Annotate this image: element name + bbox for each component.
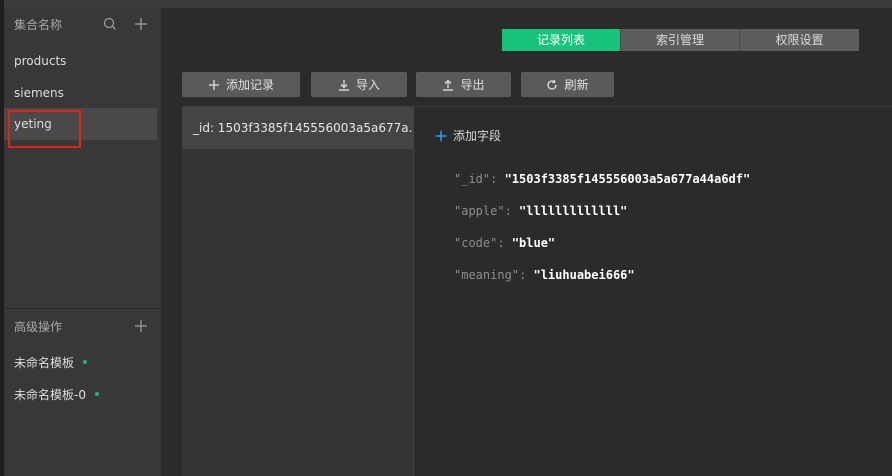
advanced-header: 高级操作 bbox=[4, 310, 161, 342]
import-button[interactable]: 导入 bbox=[311, 72, 407, 97]
refresh-button[interactable]: 刷新 bbox=[521, 72, 614, 97]
status-dot bbox=[83, 360, 88, 364]
sidebar-item-label: products bbox=[14, 54, 67, 68]
export-button[interactable]: 导出 bbox=[416, 72, 511, 97]
collections-title: 集合名称 bbox=[14, 17, 63, 32]
add-collection-icon[interactable] bbox=[133, 16, 149, 32]
tab-indexes[interactable]: 索引管理 bbox=[621, 29, 740, 51]
add-field-button[interactable]: 添加字段 bbox=[435, 127, 501, 144]
document-field[interactable]: "apple": "lllllllllllll" bbox=[454, 204, 627, 218]
refresh-icon bbox=[547, 79, 558, 90]
tab-records[interactable]: 记录列表 bbox=[502, 29, 621, 51]
template-label: 未命名模板-0 bbox=[14, 387, 86, 402]
import-label: 导入 bbox=[355, 78, 380, 92]
field-key: "meaning" bbox=[454, 268, 520, 282]
add-record-button[interactable]: 添加记录 bbox=[182, 72, 300, 97]
plus-icon bbox=[435, 130, 447, 141]
sidebar-item-products[interactable]: products bbox=[4, 45, 157, 77]
export-label: 导出 bbox=[460, 78, 485, 92]
plus-icon bbox=[208, 79, 219, 90]
record-id-label: _id: 1503f3385f145556003a5a677a... bbox=[193, 121, 413, 135]
sidebar-item-label: siemens bbox=[14, 86, 64, 100]
download-icon bbox=[338, 79, 349, 91]
add-field-label: 添加字段 bbox=[453, 129, 502, 143]
field-key: "_id" bbox=[454, 172, 491, 186]
field-key: "apple" bbox=[454, 204, 505, 218]
status-dot bbox=[94, 392, 99, 396]
collections-header: 集合名称 bbox=[4, 8, 161, 40]
document-field[interactable]: "code": "blue" bbox=[454, 236, 555, 250]
add-record-label: 添加记录 bbox=[225, 78, 274, 92]
field-value: "blue" bbox=[511, 236, 556, 250]
selection-highlight-box bbox=[8, 110, 81, 148]
field-key: "code" bbox=[454, 236, 498, 250]
sidebar-item-siemens[interactable]: siemens bbox=[4, 77, 157, 109]
field-value: "lllllllllllll" bbox=[519, 204, 628, 218]
window-top-strip bbox=[0, 0, 892, 8]
field-value: "liuhuabei666" bbox=[533, 268, 635, 282]
document-field[interactable]: "_id": "1503f3385f145556003a5a677a44a6df… bbox=[454, 172, 750, 186]
field-value: "1503f3385f145556003a5a677a44a6df" bbox=[504, 172, 751, 186]
template-label: 未命名模板 bbox=[14, 355, 75, 370]
advanced-title: 高级操作 bbox=[14, 319, 63, 334]
refresh-label: 刷新 bbox=[564, 78, 589, 92]
upload-icon bbox=[443, 79, 454, 91]
record-list: _id: 1503f3385f145556003a5a677a... bbox=[182, 107, 414, 476]
sidebar-divider bbox=[4, 308, 161, 309]
document-field[interactable]: "meaning": "liuhuabei666" bbox=[454, 268, 635, 282]
record-list-item[interactable]: _id: 1503f3385f145556003a5a677a... bbox=[182, 107, 413, 149]
add-template-icon[interactable] bbox=[133, 318, 149, 334]
search-icon[interactable] bbox=[102, 16, 118, 32]
tab-permissions[interactable]: 权限设置 bbox=[740, 29, 859, 51]
template-item-0[interactable]: 未命名模板 bbox=[4, 346, 157, 378]
template-item-1[interactable]: 未命名模板-0 bbox=[4, 378, 157, 410]
view-tabs: 记录列表 索引管理 权限设置 bbox=[502, 29, 859, 51]
